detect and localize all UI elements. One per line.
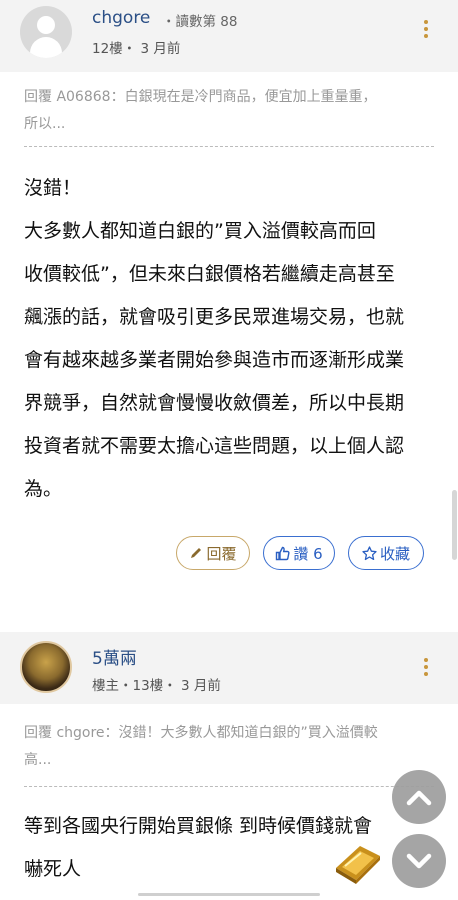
like-button-label: 讚 6 — [293, 544, 323, 563]
more-vertical-icon[interactable] — [420, 658, 432, 678]
username[interactable]: 5萬兩 — [92, 644, 137, 669]
post-content: 沒錯！ 大多數人都知道白銀的”買入溢價較高而回 收價較低”，但未來白銀價格若繼續… — [24, 170, 436, 508]
content-line: 飆漲的話，就會吸引更多民眾進場交易，也就 — [24, 306, 405, 328]
reply-quote-line: 回覆 chgore：沒錯！大多數人都知道白銀的”買入溢價較 — [24, 725, 378, 741]
home-indicator[interactable] — [138, 893, 320, 896]
scroll-up-button[interactable] — [392, 770, 446, 824]
chevron-up-icon — [406, 790, 432, 806]
scrollbar-thumb[interactable] — [452, 490, 457, 560]
content-line: 投資者就不需要太擔心這些問題，以上個人認 — [24, 435, 405, 457]
content-line: 為。 — [24, 478, 63, 500]
post-header: 5萬兩 樓主・13樓・ 3 月前 — [0, 632, 458, 704]
content-line: 沒錯！ — [24, 177, 82, 199]
more-vertical-icon[interactable] — [420, 20, 432, 40]
like-button[interactable]: 讚 6 — [263, 536, 335, 570]
chevron-down-icon — [406, 853, 432, 869]
divider — [24, 146, 434, 147]
post-header: chgore ・讀數第 88 12樓・ 3 月前 — [0, 0, 458, 72]
content-line: 收價較低”，但未來白銀價格若繼續走高甚至 — [24, 263, 395, 285]
scroll-down-button[interactable] — [392, 834, 446, 888]
thumbs-up-icon — [276, 546, 290, 560]
reply-quote-line: 回覆 A06868：白銀現在是冷門商品，便宜加上重量重， — [24, 89, 377, 105]
gold-bar-emoji — [336, 846, 380, 884]
reply-button-label: 回覆 — [206, 544, 237, 563]
reply-quote-line: 高... — [24, 752, 52, 768]
star-icon — [362, 545, 377, 560]
floor-and-time: 12樓・ 3 月前 — [92, 41, 181, 57]
reply-quote[interactable]: 回覆 chgore：沒錯！大多數人都知道白銀的”買入溢價較 高... — [24, 720, 434, 774]
reply-quote-line: 所以... — [24, 116, 66, 132]
favorite-button-label: 收藏 — [379, 544, 410, 563]
favorite-button[interactable]: 收藏 — [348, 536, 424, 570]
floor-and-time: 樓主・13樓・ 3 月前 — [92, 678, 221, 694]
username[interactable]: chgore — [92, 8, 150, 28]
divider — [24, 786, 434, 787]
pencil-icon — [191, 548, 202, 558]
content-line: 會有越來越多業者開始參與造市而逐漸形成業 — [24, 349, 405, 371]
reply-button[interactable]: 回覆 — [176, 536, 250, 570]
reply-quote[interactable]: 回覆 A06868：白銀現在是冷門商品，便宜加上重量重， 所以... — [24, 84, 434, 138]
read-count: ・讀數第 88 — [162, 14, 238, 30]
content-line: 大多數人都知道白銀的”買入溢價較高而回 — [24, 220, 376, 242]
user-avatar[interactable] — [20, 6, 72, 58]
user-avatar[interactable] — [20, 641, 72, 693]
content-line: 界競爭，自然就會慢慢收斂價差，所以中長期 — [24, 392, 405, 414]
